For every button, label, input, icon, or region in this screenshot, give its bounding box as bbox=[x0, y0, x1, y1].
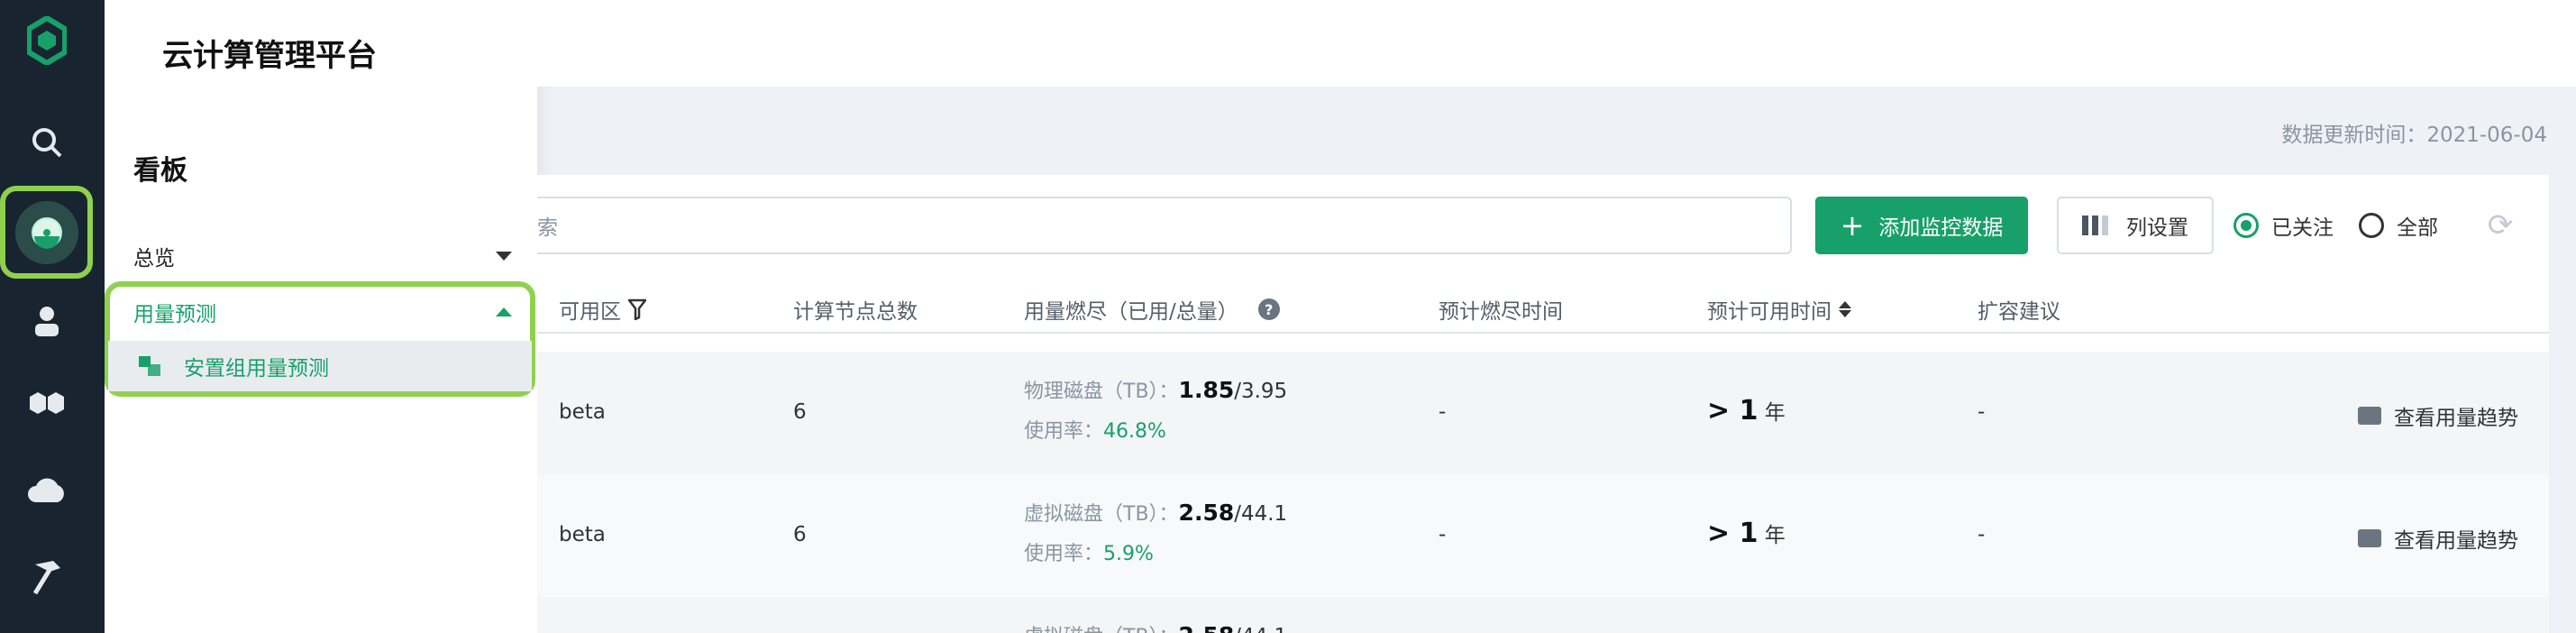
used-value: 2.58 bbox=[1178, 500, 1235, 526]
help-icon[interactable]: ? bbox=[1257, 298, 1280, 320]
search-placeholder: 索 bbox=[537, 216, 558, 240]
available-unit: 年 bbox=[1764, 524, 1786, 547]
table-row: beta 6 虚拟磁盘（TB）：2.58/44.1 使用率：5.9% - > 1… bbox=[537, 474, 2549, 597]
total-value: /44.1 bbox=[1234, 502, 1288, 526]
nav-panel: 云计算管理平台 看板 总览 用量预测 安置组用量预测 bbox=[105, 0, 537, 633]
column-header-label: 用量燃尽（已用/总量） bbox=[1024, 300, 1238, 324]
icon-rail bbox=[0, 0, 105, 633]
view-trend-link[interactable]: 查看用量趋势 bbox=[2358, 523, 2518, 554]
used-value: 1.85 bbox=[1178, 377, 1235, 403]
trend-link-label: 查看用量趋势 bbox=[2394, 407, 2518, 430]
table-header: 可用区 计算节点总数 用量燃尽（已用/总量） ? 预计燃尽时间 预计可用时间 扩… bbox=[537, 280, 2549, 334]
column-header-label: 可用区 bbox=[559, 300, 621, 324]
column-header-label: 预计可用时间 bbox=[1707, 300, 1832, 324]
cubes-icon[interactable] bbox=[18, 375, 76, 433]
radio-label: 已关注 bbox=[2271, 216, 2334, 240]
available-cell: > 1 年 bbox=[1707, 518, 1786, 549]
trend-chart-icon bbox=[2358, 407, 2381, 425]
column-header-burnout-time: 预计燃尽时间 bbox=[1439, 294, 1563, 325]
menu-item-overview[interactable]: 总览 bbox=[133, 238, 512, 274]
usage-cell: 虚拟磁盘（TB）：2.58/44.1 bbox=[1024, 620, 1287, 633]
menu-item-label: 用量预测 bbox=[133, 303, 216, 326]
column-header-label: 扩容建议 bbox=[1978, 300, 2060, 324]
trend-chart-icon bbox=[2358, 529, 2381, 547]
logo-icon[interactable] bbox=[27, 16, 67, 65]
usage-rate: 5.9% bbox=[1103, 543, 1154, 565]
placement-group-icon bbox=[139, 356, 160, 376]
filter-radio-group: 已关注 全部 bbox=[2233, 204, 2463, 247]
table-row: 虚拟磁盘（TB）：2.58/44.1 bbox=[537, 597, 2549, 633]
resource-label: 虚拟磁盘（TB）： bbox=[1024, 626, 1179, 633]
column-header-expansion: 扩容建议 bbox=[1978, 294, 2060, 325]
add-monitor-data-button[interactable]: + 添加监控数据 bbox=[1815, 197, 2028, 254]
plus-icon: + bbox=[1840, 208, 1865, 243]
column-settings-label: 列设置 bbox=[2126, 216, 2188, 240]
submenu-item-label: 安置组用量预测 bbox=[184, 357, 329, 381]
menu-item-label: 总览 bbox=[133, 247, 175, 271]
cloud-icon[interactable] bbox=[18, 462, 76, 519]
rate-label: 使用率： bbox=[1024, 543, 1104, 565]
available-cell: > 1 年 bbox=[1707, 395, 1786, 427]
burnout-cell: - bbox=[1439, 523, 1447, 546]
nodes-cell: 6 bbox=[793, 400, 807, 424]
suggest-cell: - bbox=[1978, 523, 1986, 546]
zone-cell: beta bbox=[559, 400, 606, 424]
used-value: 2.58 bbox=[1179, 622, 1235, 633]
usage-rate: 46.8% bbox=[1103, 420, 1166, 443]
chevron-down-icon bbox=[496, 252, 512, 261]
zone-cell: beta bbox=[559, 523, 606, 546]
resource-label: 虚拟磁盘（TB）： bbox=[1024, 503, 1179, 526]
submenu-item-placement-group-forecast[interactable]: 安置组用量预测 bbox=[108, 341, 532, 391]
resource-label: 物理磁盘（TB）： bbox=[1024, 381, 1179, 403]
available-number: > 1 bbox=[1707, 395, 1758, 427]
columns-icon bbox=[2082, 216, 2108, 235]
column-header-usage: 用量燃尽（已用/总量） ? bbox=[1024, 294, 1280, 325]
column-header-node-count: 计算节点总数 bbox=[793, 294, 918, 325]
top-header-area bbox=[537, 0, 2576, 87]
view-trend-link[interactable]: 查看用量趋势 bbox=[2358, 400, 2518, 431]
available-unit: 年 bbox=[1764, 401, 1786, 425]
radio-unselected-icon bbox=[2359, 213, 2384, 238]
nodes-cell: 6 bbox=[793, 523, 807, 546]
data-update-time: 数据更新时间：2021-06-04 bbox=[2281, 124, 2547, 147]
usage-cell: 物理磁盘（TB）：1.85/3.95 使用率：46.8% bbox=[1024, 375, 1287, 444]
usage-cell: 虚拟磁盘（TB）：2.58/44.1 使用率：5.9% bbox=[1024, 498, 1287, 566]
radio-label: 全部 bbox=[2397, 216, 2438, 240]
burnout-cell: - bbox=[1439, 400, 1447, 424]
suggest-cell: - bbox=[1978, 400, 1986, 424]
dashboard-nav-button[interactable] bbox=[0, 186, 93, 279]
column-header-label: 计算节点总数 bbox=[793, 300, 918, 324]
total-value: /3.95 bbox=[1234, 380, 1288, 403]
filter-icon[interactable] bbox=[628, 298, 646, 320]
search-input[interactable]: 索 bbox=[537, 197, 1792, 254]
total-value: /44.1 bbox=[1234, 625, 1287, 633]
radio-all[interactable]: 全部 bbox=[2359, 210, 2438, 241]
dashboard-icon bbox=[31, 216, 62, 249]
sort-icon[interactable] bbox=[1839, 301, 1851, 317]
refresh-icon[interactable]: ⟳ bbox=[2480, 206, 2520, 245]
column-settings-button[interactable]: 列设置 bbox=[2057, 197, 2214, 254]
add-button-label: 添加监控数据 bbox=[1878, 216, 2004, 240]
hammer-icon[interactable] bbox=[18, 548, 76, 606]
column-header-label: 预计燃尽时间 bbox=[1439, 300, 1563, 324]
search-icon[interactable] bbox=[18, 114, 76, 171]
table-row: beta 6 物理磁盘（TB）：1.85/3.95 使用率：46.8% - > … bbox=[537, 352, 2549, 474]
radio-selected-icon bbox=[2233, 213, 2259, 238]
nav-section-title: 看板 bbox=[133, 155, 187, 187]
app-title: 云计算管理平台 bbox=[162, 38, 377, 74]
trend-link-label: 查看用量趋势 bbox=[2394, 529, 2518, 553]
rate-label: 使用率： bbox=[1024, 420, 1104, 443]
chevron-up-icon bbox=[496, 307, 512, 316]
column-header-available-time[interactable]: 预计可用时间 bbox=[1707, 294, 1851, 325]
radio-followed[interactable]: 已关注 bbox=[2233, 210, 2334, 241]
user-icon[interactable] bbox=[18, 292, 76, 350]
menu-item-usage-forecast[interactable]: 用量预测 bbox=[133, 294, 512, 330]
column-header-zone[interactable]: 可用区 bbox=[559, 294, 646, 325]
available-number: > 1 bbox=[1707, 518, 1758, 549]
